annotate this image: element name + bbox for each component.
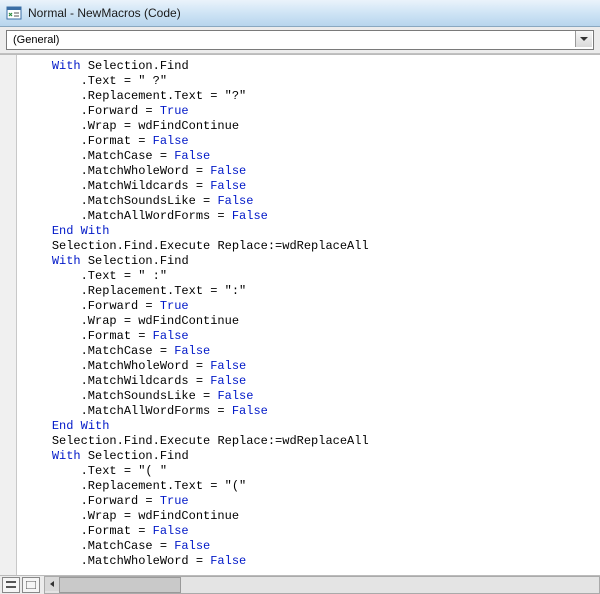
code-line: .MatchCase = False	[23, 344, 600, 359]
scroll-thumb[interactable]	[59, 577, 181, 593]
content-area: With Selection.Find .Text = " ?" .Replac…	[0, 54, 600, 594]
code-line: .Format = False	[23, 329, 600, 344]
code-line: .Format = False	[23, 134, 600, 149]
module-icon	[6, 5, 22, 21]
code-line: With Selection.Find	[23, 449, 600, 464]
object-dropdown[interactable]: (General)	[6, 30, 594, 50]
code-line: .Format = False	[23, 524, 600, 539]
code-line: .MatchWildcards = False	[23, 179, 600, 194]
code-line: .Wrap = wdFindContinue	[23, 314, 600, 329]
code-line: .Text = " ?"	[23, 74, 600, 89]
code-line: Selection.Find.Execute Replace:=wdReplac…	[23, 434, 600, 449]
code-line: .Forward = True	[23, 494, 600, 509]
code-line: .Forward = True	[23, 299, 600, 314]
code-line: .Wrap = wdFindContinue	[23, 509, 600, 524]
code-line: End With	[23, 419, 600, 434]
code-line: .Replacement.Text = "("	[23, 479, 600, 494]
code-line: .MatchAllWordForms = False	[23, 404, 600, 419]
code-line: .Replacement.Text = "?"	[23, 89, 600, 104]
object-dropdown-value: (General)	[13, 34, 59, 46]
titlebar[interactable]: Normal - NewMacros (Code)	[0, 0, 600, 27]
window-title: Normal - NewMacros (Code)	[28, 6, 181, 20]
code-line: .Text = "( "	[23, 464, 600, 479]
code-line: .MatchWholeWord = False	[23, 164, 600, 179]
margin-indicator-bar[interactable]	[0, 55, 17, 575]
code-line: .Wrap = wdFindContinue	[23, 119, 600, 134]
code-line: Selection.Find.Execute Replace:=wdReplac…	[23, 239, 600, 254]
code-editor[interactable]: With Selection.Find .Text = " ?" .Replac…	[17, 55, 600, 575]
code-line: .MatchCase = False	[23, 149, 600, 164]
code-line: End With	[23, 224, 600, 239]
full-module-view-button[interactable]	[22, 577, 40, 593]
code-line: .MatchWholeWord = False	[23, 554, 600, 569]
code-line: .Replacement.Text = ":"	[23, 284, 600, 299]
code-line: With Selection.Find	[23, 59, 600, 74]
bottom-bar	[0, 575, 600, 594]
code-line: .MatchSoundsLike = False	[23, 389, 600, 404]
object-combo-row: (General)	[0, 27, 600, 54]
chevron-down-icon[interactable]	[575, 31, 592, 47]
procedure-view-button[interactable]	[2, 577, 20, 593]
code-line: .Text = " :"	[23, 269, 600, 284]
code-line: .MatchWildcards = False	[23, 374, 600, 389]
code-line: .MatchWholeWord = False	[23, 359, 600, 374]
code-line: .MatchSoundsLike = False	[23, 194, 600, 209]
horizontal-scrollbar[interactable]	[44, 576, 600, 594]
code-line: .MatchAllWordForms = False	[23, 209, 600, 224]
code-window: Normal - NewMacros (Code) (General) With…	[0, 0, 600, 594]
code-line: .Forward = True	[23, 104, 600, 119]
scroll-left-arrow-icon[interactable]	[45, 577, 60, 591]
code-line: .MatchCase = False	[23, 539, 600, 554]
code-line: With Selection.Find	[23, 254, 600, 269]
code-container: With Selection.Find .Text = " ?" .Replac…	[0, 55, 600, 575]
